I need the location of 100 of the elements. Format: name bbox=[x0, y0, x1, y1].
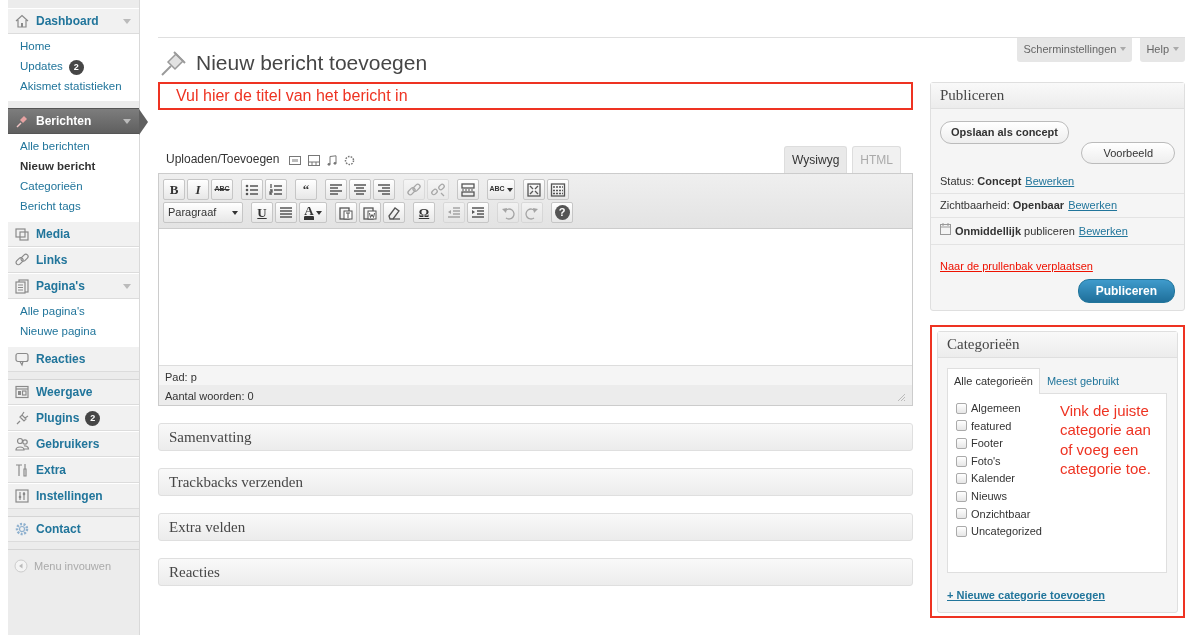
edit-link[interactable]: Bewerken bbox=[1078, 223, 1128, 240]
toolbar-button[interactable]: “ bbox=[295, 179, 317, 200]
toolbar-toggle-icon bbox=[550, 181, 566, 198]
panel-title: Categorieën bbox=[938, 332, 1177, 358]
editor-tab[interactable]: Wysiwyg bbox=[784, 146, 848, 173]
toolbar-button[interactable] bbox=[467, 202, 489, 223]
checkbox[interactable] bbox=[956, 525, 967, 537]
speech-bubble-icon bbox=[14, 351, 30, 367]
sidebar-submenu-item[interactable]: Updates 2 bbox=[8, 57, 139, 77]
category-label: Kalender bbox=[971, 471, 1016, 487]
toolbar-button[interactable] bbox=[275, 202, 297, 223]
checkbox[interactable] bbox=[956, 473, 967, 485]
page-break-icon bbox=[460, 181, 476, 198]
pages-icon bbox=[14, 278, 30, 294]
title-field[interactable]: Vul hier de titel van het bericht in bbox=[158, 82, 913, 110]
sidebar-submenu-item[interactable]: Home bbox=[8, 37, 139, 57]
media-icon bbox=[14, 226, 30, 242]
sidebar-submenu-item[interactable]: Bericht tags bbox=[8, 197, 139, 217]
unlink-icon bbox=[430, 181, 446, 198]
sidebar-submenu-item[interactable]: Categorieën bbox=[8, 177, 139, 197]
toolbar-button[interactable] bbox=[265, 179, 287, 200]
checkbox[interactable] bbox=[956, 438, 967, 449]
video-icon[interactable] bbox=[308, 155, 321, 166]
edit-link[interactable]: Bewerken bbox=[1068, 197, 1118, 214]
publish-button[interactable]: Publiceren bbox=[1077, 279, 1175, 303]
caret-icon bbox=[123, 18, 131, 24]
toolbar-button[interactable] bbox=[373, 179, 395, 200]
sidebar-submenu-item[interactable]: Akismet statistieken bbox=[8, 77, 139, 97]
toolbar-button[interactable]: B bbox=[163, 179, 185, 200]
sidebar-menu-item[interactable]: Gebruikers bbox=[8, 431, 139, 457]
checkbox[interactable] bbox=[956, 508, 967, 520]
sidebar-menu-item[interactable]: Plugins 2 bbox=[8, 405, 139, 431]
sidebar-menu-item[interactable]: Extra bbox=[8, 457, 139, 483]
collapsed-panel[interactable]: Trackbacks verzenden bbox=[158, 468, 913, 496]
toolbar-button[interactable] bbox=[383, 202, 405, 223]
toolbar-button[interactable]: Ω bbox=[413, 202, 435, 223]
toolbar-button[interactable] bbox=[349, 179, 371, 200]
sidebar-menu-item[interactable]: Links bbox=[8, 247, 139, 273]
collapsed-panel[interactable]: Reacties bbox=[158, 558, 913, 586]
sidebar-submenu-item[interactable]: Alle pagina's bbox=[8, 302, 139, 322]
outdent-icon bbox=[446, 204, 462, 221]
trash-link[interactable]: Naar de prullenbak verplaatsen bbox=[940, 260, 1093, 272]
screen-meta-button[interactable]: Help bbox=[1140, 38, 1185, 62]
collapsed-panel[interactable]: Samenvatting bbox=[158, 423, 913, 451]
paste-word-icon bbox=[362, 204, 378, 221]
tools-icon bbox=[14, 462, 30, 478]
screen-meta-button[interactable]: Scherminstellingen bbox=[1017, 38, 1133, 62]
edit-link[interactable]: Bewerken bbox=[1025, 173, 1075, 190]
toolbar-button[interactable] bbox=[241, 179, 263, 200]
toolbar-button[interactable] bbox=[335, 202, 357, 223]
numbered-list-icon bbox=[268, 181, 284, 198]
toolbar-button[interactable] bbox=[457, 179, 479, 200]
checkbox[interactable] bbox=[956, 455, 967, 467]
sidebar-menu-item[interactable]: Weergave bbox=[8, 379, 139, 405]
link-icon bbox=[406, 181, 422, 198]
pushpin-icon bbox=[14, 113, 30, 129]
align-left-icon bbox=[328, 181, 344, 198]
sidebar-menu-item[interactable]: Contact bbox=[8, 516, 139, 542]
toolbar-button[interactable] bbox=[359, 202, 381, 223]
count-badge: 2 bbox=[85, 410, 101, 426]
category-tab[interactable]: Alle categorieën bbox=[947, 368, 1040, 394]
checkbox[interactable] bbox=[956, 420, 967, 432]
toolbar-button[interactable]: A bbox=[299, 202, 327, 223]
caret-icon bbox=[123, 283, 131, 289]
upload-label: Uploaden/Toevoegen bbox=[166, 151, 280, 168]
gear-icon bbox=[14, 521, 30, 537]
collapsed-panel[interactable]: Extra velden bbox=[158, 513, 913, 541]
toolbar-button[interactable]: U bbox=[251, 202, 273, 223]
status-text: Zichtbaarheid: Openbaar bbox=[940, 198, 1065, 214]
panel-title: Publiceren bbox=[931, 83, 1184, 109]
toolbar-button[interactable] bbox=[325, 179, 347, 200]
caret-icon bbox=[123, 118, 131, 124]
sidebar-submenu-item[interactable]: Nieuw bericht bbox=[8, 157, 139, 177]
gear-icon[interactable] bbox=[344, 155, 356, 166]
checkbox[interactable] bbox=[956, 490, 967, 502]
category-tab[interactable]: Meest gebruikt bbox=[1039, 368, 1127, 394]
sidebar-menu-item[interactable]: Dashboard bbox=[8, 8, 139, 34]
sidebar-menu-item[interactable]: Reacties bbox=[8, 346, 139, 372]
resize-grip-icon[interactable] bbox=[896, 392, 906, 402]
save-draft-button[interactable]: Opslaan als concept bbox=[940, 121, 1069, 144]
sidebar-submenu-item[interactable]: Nieuwe pagina bbox=[8, 322, 139, 342]
house-icon bbox=[14, 13, 30, 29]
image-icon[interactable] bbox=[289, 155, 302, 166]
music-icon[interactable] bbox=[327, 155, 338, 166]
indent-icon bbox=[470, 204, 486, 221]
preview-button[interactable]: Voorbeeld bbox=[1081, 141, 1175, 164]
align-center-icon bbox=[352, 181, 368, 198]
toolbar-button[interactable] bbox=[523, 179, 545, 200]
justify-icon bbox=[278, 204, 294, 221]
format-dropdown[interactable]: Paragraaf bbox=[163, 202, 243, 223]
toolbar-button[interactable] bbox=[547, 179, 569, 200]
sidebar-menu-item[interactable]: Media bbox=[8, 221, 139, 247]
sidebar-submenu-item[interactable]: Alle berichten bbox=[8, 137, 139, 157]
toolbar-button[interactable]: I bbox=[187, 179, 209, 200]
sidebar-menu-item[interactable]: Instellingen bbox=[8, 483, 139, 509]
checkbox[interactable] bbox=[956, 402, 967, 414]
add-category-link[interactable]: + Nieuwe categorie toevoegen bbox=[947, 586, 1106, 603]
sidebar-menu-item[interactable]: Pagina's bbox=[8, 273, 139, 299]
help-button[interactable]: ? bbox=[551, 202, 573, 223]
category-label: Foto's bbox=[971, 453, 1001, 469]
